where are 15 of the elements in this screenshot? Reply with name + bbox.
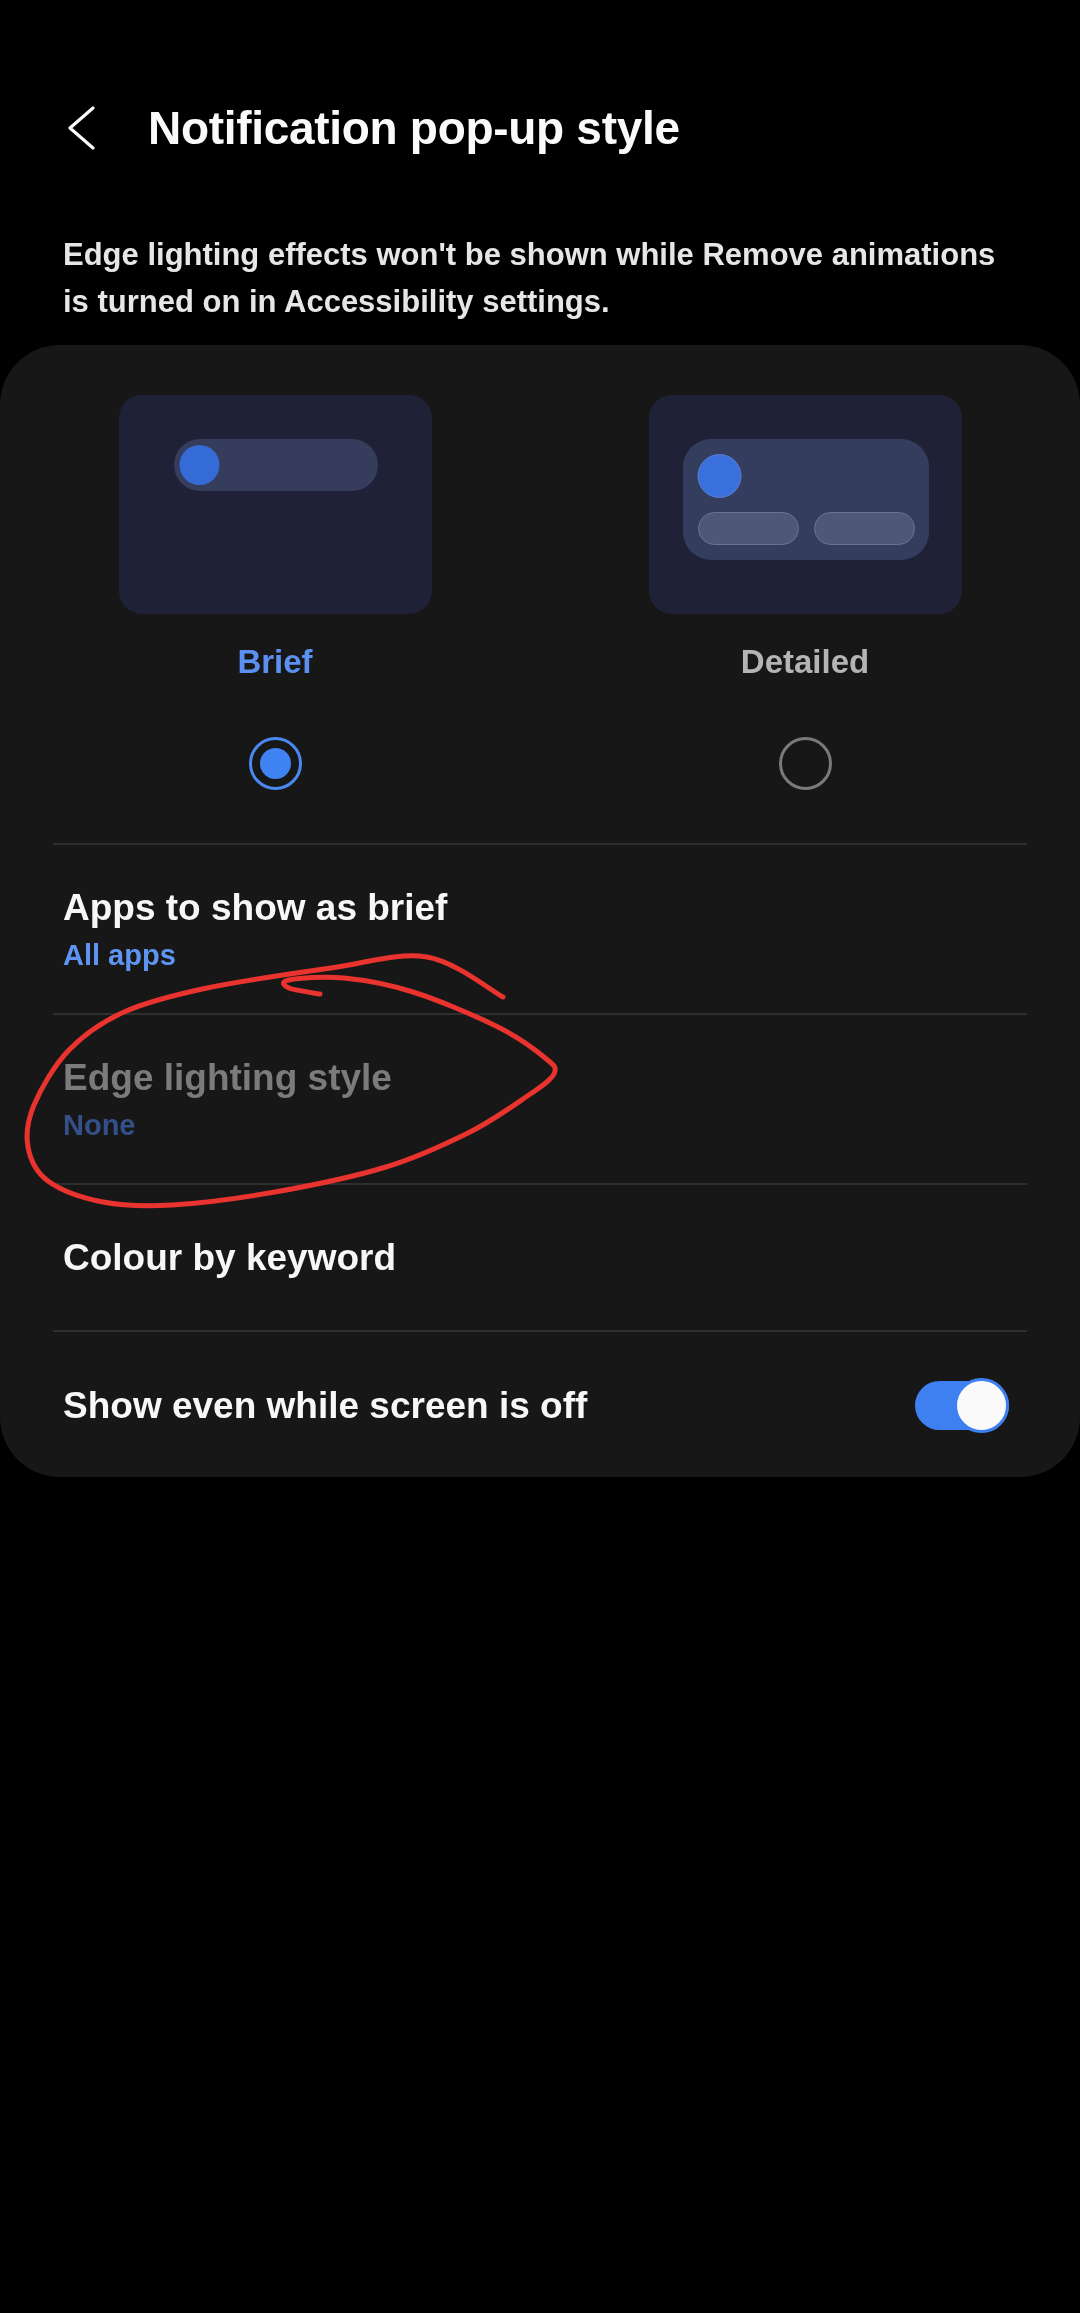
option-label: Detailed [740,642,870,682]
setting-title[interactable]: Apps to show as brief [63,885,1009,931]
radio-button[interactable] [248,737,302,790]
page-title: Notification pop-up style [148,101,680,156]
radio-button[interactable] [778,737,832,790]
setting-value: None [63,1108,137,1143]
notice-text: Edge lighting effects won't be shown while Remove animations is turned on in Accessibility settings. [63,236,997,321]
option-label: Brief [237,642,313,682]
back-button[interactable] [66,106,96,150]
back-icon [66,106,96,150]
notification-preview-drawing[interactable] [648,395,962,614]
setting-title[interactable]: Colour by keyword [63,1235,1009,1281]
setting-title: Show even while screen is off [63,1383,589,1428]
setting-value: All apps [63,938,177,973]
toggle-switch[interactable] [915,1378,1009,1433]
